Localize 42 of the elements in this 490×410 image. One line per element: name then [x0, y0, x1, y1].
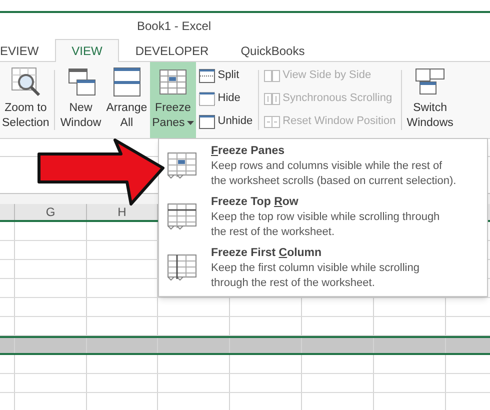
- menu-item-description: Keep the top row visible while scrolling through: [211, 210, 440, 225]
- column-header: G: [46, 204, 56, 221]
- ribbon-button[interactable]: Zoom to Selection: [0, 62, 52, 138]
- menu-item-description: Keep rows and columns visible while the rest of: [211, 159, 444, 174]
- menu-item-description: the rest of the worksheet.: [211, 225, 336, 240]
- ribbon-tab[interactable]: EVIEW: [0, 39, 55, 62]
- menu-item-title: Freeze Panes: [211, 144, 286, 159]
- ribbon-button[interactable]: Arrange All: [104, 62, 150, 138]
- hidden-window-icon: [198, 92, 215, 106]
- menu-item-title: Freeze Top Row: [211, 195, 300, 210]
- menu-item[interactable]: Freeze Panes Keep rows and columns visible while the rest of the worksheet scrolls (based on current selection).: [159, 141, 487, 192]
- sheet-row[interactable]: [0, 298, 490, 317]
- menu-item-description: through the rest of the worksheet.: [211, 276, 376, 291]
- side-by-side-icon: [264, 68, 280, 82]
- stacked-windows-icon: [110, 66, 143, 98]
- window-title: Book1 - Excel: [137, 18, 212, 35]
- ribbon-button[interactable]: Unhide: [198, 112, 253, 131]
- window-icon: [198, 114, 215, 128]
- ribbon-button[interactable]: Hide: [198, 89, 253, 108]
- column-header: H: [118, 204, 126, 221]
- ribbon-button[interactable]: Split: [198, 66, 253, 85]
- ribbon-button[interactable]: New Window: [58, 62, 104, 138]
- ribbon-tab[interactable]: VIEW: [54, 39, 120, 62]
- menu-item[interactable]: Freeze First Column Keep the first column visible while scrolling through the rest of the worksheet.: [159, 243, 487, 294]
- zoom-icon: [10, 66, 42, 98]
- selected-row[interactable]: [0, 336, 490, 355]
- menu-item-description: Keep the first column visible while scrolling: [211, 261, 420, 276]
- sheet-row[interactable]: [0, 374, 490, 393]
- reset-windows-icon: [264, 114, 280, 128]
- ribbon-tab[interactable]: QuickBooks: [224, 39, 321, 62]
- freeze-column-icon: [167, 254, 197, 281]
- split-icon: [198, 68, 215, 82]
- ribbon-tab[interactable]: DEVELOPER: [119, 39, 225, 62]
- freeze-row-icon: [167, 203, 197, 230]
- ribbon-button[interactable]: Freeze Panes: [150, 62, 196, 138]
- sheet-row[interactable]: [0, 355, 490, 374]
- menu-item-description: the worksheet scrolls (based on current selection).: [211, 174, 456, 189]
- freeze-panes-icon: [167, 152, 197, 179]
- ribbon-button[interactable]: Switch Windows: [404, 62, 456, 138]
- menu-item-title: Freeze First Column: [211, 246, 323, 261]
- sync-scroll-icon: [264, 92, 280, 106]
- menu-item[interactable]: Freeze Top Row Keep the top row visible while scrolling through the rest of the worksheet.: [159, 192, 487, 243]
